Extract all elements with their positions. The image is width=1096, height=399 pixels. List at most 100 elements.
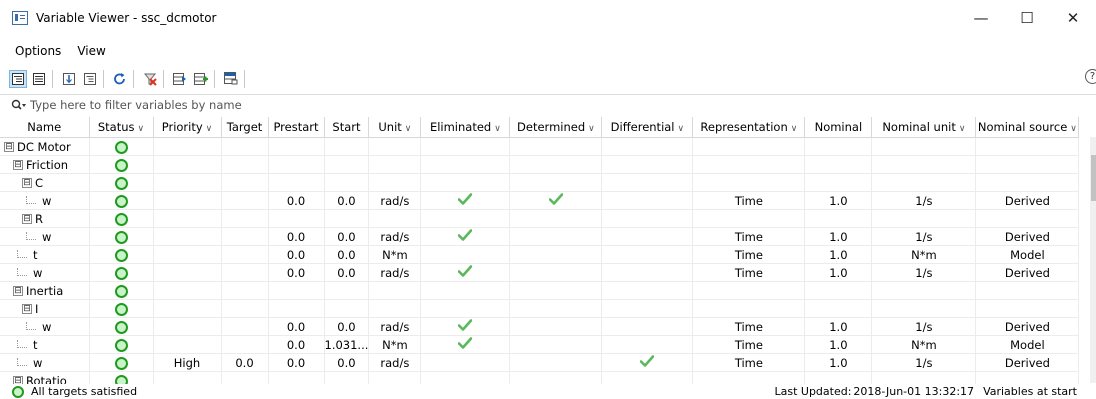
cell-priority[interactable] [153, 263, 222, 282]
cell-determined[interactable] [509, 137, 603, 156]
cell-determined[interactable] [509, 263, 603, 282]
cell-prestart[interactable] [268, 281, 325, 300]
cell-priority[interactable] [153, 155, 222, 174]
table-row[interactable]: w 0.0 0.0 rad/s Time 1.0 1/s Derived [0, 317, 1080, 336]
expander-minus-icon[interactable]: ⊟ [13, 286, 23, 296]
cell-start[interactable]: 0.0 [324, 227, 370, 246]
column-header-representation[interactable]: Representation ∨ [692, 117, 806, 138]
cell-priority[interactable] [153, 299, 222, 318]
help-icon[interactable]: ? [1085, 69, 1096, 84]
chevron-down-icon[interactable]: ∨ [138, 124, 145, 134]
cell-unit[interactable] [368, 137, 422, 156]
cell-nominal[interactable]: 1.0 [804, 245, 873, 264]
cell-differential[interactable] [601, 209, 694, 228]
table-row[interactable]: ⊟ DC Motor [0, 137, 1080, 156]
clear-targets-icon[interactable] [141, 70, 159, 88]
expand-all-icon[interactable] [81, 70, 99, 88]
cell-unit[interactable] [368, 155, 422, 174]
cell-eliminated[interactable] [420, 137, 511, 156]
cell-differential[interactable] [601, 137, 694, 156]
cell-nominal-unit[interactable] [871, 173, 977, 192]
cell-differential[interactable] [601, 353, 694, 372]
cell-differential[interactable] [601, 263, 694, 282]
row-name-cell[interactable]: w [0, 353, 90, 372]
table-row[interactable]: w 0.0 0.0 rad/s Time 1.0 1/s Derived [0, 263, 1080, 282]
cell-priority[interactable] [153, 137, 222, 156]
column-header-determined[interactable]: Determined ∨ [509, 117, 603, 138]
cell-representation[interactable]: Time [692, 245, 806, 264]
cell-target[interactable] [221, 263, 269, 282]
cell-status[interactable] [89, 155, 154, 174]
cell-representation[interactable]: Time [692, 227, 806, 246]
cell-determined[interactable] [509, 353, 603, 372]
cell-prestart[interactable] [268, 137, 325, 156]
scrollbar-thumb[interactable] [1091, 155, 1096, 201]
cell-unit[interactable]: N*m [368, 245, 422, 264]
cell-nominal-source[interactable]: Model [975, 335, 1080, 354]
cell-nominal[interactable] [804, 137, 873, 156]
cell-start[interactable] [324, 173, 370, 192]
cell-determined[interactable] [509, 173, 603, 192]
cell-unit[interactable]: rad/s [368, 191, 422, 210]
cell-determined[interactable] [509, 317, 603, 336]
minimize-button[interactable]: — [958, 0, 1004, 36]
column-header-nominal[interactable]: Nominal [804, 117, 873, 138]
cell-determined[interactable] [509, 281, 603, 300]
cell-nominal-source[interactable] [975, 137, 1080, 156]
row-name-cell[interactable]: t [0, 245, 90, 264]
chevron-down-icon[interactable]: ∨ [1070, 124, 1077, 134]
column-header-name[interactable]: Name [0, 117, 90, 138]
cell-eliminated[interactable] [420, 209, 511, 228]
close-button[interactable]: ✕ [1050, 0, 1096, 36]
expander-minus-icon[interactable]: ⊟ [22, 178, 32, 188]
cell-representation[interactable] [692, 155, 806, 174]
chevron-down-icon[interactable]: ∨ [791, 124, 798, 134]
cell-nominal[interactable]: 1.0 [804, 263, 873, 282]
cell-priority[interactable] [153, 209, 222, 228]
cell-prestart[interactable] [268, 299, 325, 318]
cell-nominal[interactable]: 1.0 [804, 227, 873, 246]
cell-nominal[interactable] [804, 281, 873, 300]
cell-differential[interactable] [601, 227, 694, 246]
cell-determined[interactable] [509, 245, 603, 264]
cell-nominal-source[interactable] [975, 299, 1080, 318]
row-name-cell[interactable]: ⊟ Friction [0, 155, 90, 174]
cell-representation[interactable]: Time [692, 191, 806, 210]
expander-minus-icon[interactable]: ⊟ [4, 142, 14, 152]
cell-nominal-source[interactable] [975, 209, 1080, 228]
cell-target[interactable] [221, 173, 269, 192]
cell-nominal[interactable] [804, 299, 873, 318]
cell-prestart[interactable]: 0.0 [268, 191, 325, 210]
cell-determined[interactable] [509, 155, 603, 174]
cell-prestart[interactable]: 0.0 [268, 335, 325, 354]
cell-start[interactable] [324, 281, 370, 300]
cell-target[interactable] [221, 335, 269, 354]
cell-target[interactable]: 0.0 [221, 353, 269, 372]
cell-start[interactable] [324, 155, 370, 174]
cell-prestart[interactable]: 0.0 [268, 245, 325, 264]
menu-options[interactable]: Options [7, 44, 69, 58]
cell-status[interactable] [89, 209, 154, 228]
table-row[interactable]: w 0.0 0.0 rad/s Time 1.0 1/s Derived [0, 191, 1080, 210]
cell-nominal-source[interactable]: Derived [975, 263, 1080, 282]
cell-representation[interactable]: Time [692, 335, 806, 354]
cell-differential[interactable] [601, 317, 694, 336]
chevron-down-icon[interactable]: ∨ [678, 124, 685, 134]
cell-status[interactable] [89, 245, 154, 264]
cell-differential[interactable] [601, 335, 694, 354]
row-name-cell[interactable]: w [0, 191, 90, 210]
cell-nominal-source[interactable]: Derived [975, 191, 1080, 210]
column-header-unit[interactable]: Unit ∨ [368, 117, 422, 138]
column-header-nominal-unit[interactable]: Nominal unit ∨ [871, 117, 977, 138]
row-name-cell[interactable]: ⊟ Inertia [0, 281, 90, 300]
cell-unit[interactable] [368, 173, 422, 192]
cell-differential[interactable] [601, 245, 694, 264]
cell-nominal-unit[interactable]: 1/s [871, 353, 977, 372]
cell-nominal-source[interactable] [975, 173, 1080, 192]
cell-nominal[interactable]: 1.0 [804, 191, 873, 210]
cell-start[interactable] [324, 209, 370, 228]
cell-eliminated[interactable] [420, 191, 511, 210]
cell-prestart[interactable]: 0.0 [268, 353, 325, 372]
table-row[interactable]: w 0.0 0.0 rad/s Time 1.0 1/s Derived [0, 227, 1080, 246]
cell-nominal-source[interactable]: Derived [975, 317, 1080, 336]
